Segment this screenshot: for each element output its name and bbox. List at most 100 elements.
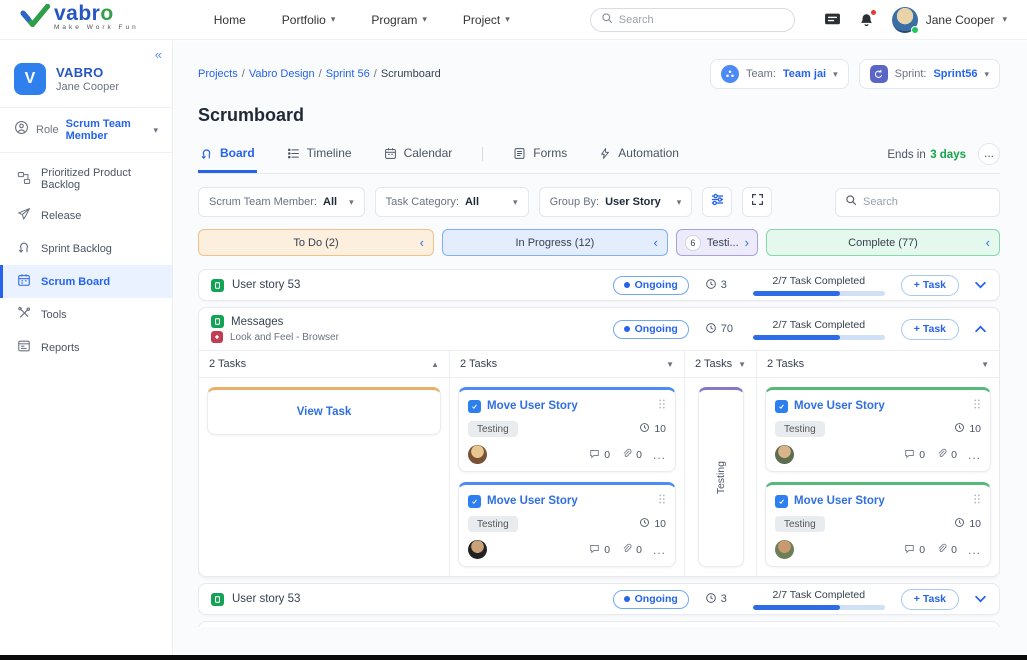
sidebar-item-label: Scrum Board (41, 276, 110, 288)
drag-handle-icon[interactable] (658, 397, 666, 415)
menu-home[interactable]: Home (214, 13, 246, 27)
card-more-button[interactable]: ... (968, 451, 981, 459)
sprint-selector[interactable]: Sprint: Sprint56 ▾ (859, 59, 1000, 89)
global-search[interactable] (590, 8, 795, 32)
breadcrumb-projects[interactable]: Projects (198, 68, 238, 80)
expand-column-icon[interactable]: › (745, 236, 749, 249)
fullscreen-button[interactable] (742, 187, 772, 217)
tab-forms[interactable]: Forms (511, 140, 569, 173)
task-count: 2 Tasks (209, 358, 246, 370)
task-card[interactable]: Move User Story Testing 10 (765, 482, 991, 567)
sort-up-icon[interactable]: ▲ (431, 360, 439, 369)
avatar[interactable] (775, 540, 794, 559)
paperclip-icon (936, 543, 947, 557)
expanded-column-complete: 2 Tasks ▼ Move User Story (756, 351, 999, 576)
story-title[interactable]: Messages (231, 316, 283, 328)
story-title[interactable]: User story 53 (232, 279, 300, 291)
status-badge[interactable]: Ongoing (613, 320, 689, 339)
task-time: 10 (969, 423, 981, 435)
avatar[interactable] (468, 540, 487, 559)
team-selector[interactable]: Team: Team jai ▾ (710, 59, 849, 89)
sprint-value: Sprint56 (933, 68, 977, 80)
expand-row-icon[interactable] (975, 281, 987, 289)
workspace-header[interactable]: V VABRO Jane Cooper (0, 41, 172, 107)
menu-portfolio[interactable]: Portfolio▾ (282, 13, 336, 27)
sidebar-collapse-icon[interactable]: « (155, 47, 162, 62)
collapse-column-icon[interactable]: ‹ (986, 236, 990, 249)
task-title[interactable]: Move User Story (487, 400, 578, 412)
collapse-column-icon[interactable]: ‹ (420, 236, 424, 249)
scrum-team-member-filter[interactable]: Scrum Team Member: All ▾ (198, 187, 365, 217)
sidebar-item-sprint-backlog[interactable]: Sprint Backlog (0, 232, 172, 265)
tab-timeline[interactable]: Timeline (285, 140, 354, 173)
navbar-actions: Jane Cooper ▾ (824, 7, 1007, 33)
tab-calendar[interactable]: Calendar (382, 140, 455, 173)
sidebar-item-reports[interactable]: Reports (0, 331, 172, 364)
user-menu[interactable]: Jane Cooper ▾ (892, 7, 1007, 33)
column-header-in-progress[interactable]: In Progress (12) ‹ (442, 229, 668, 256)
sort-down-icon[interactable]: ▼ (666, 360, 674, 369)
card-more-button[interactable]: ... (653, 451, 666, 459)
tab-automation[interactable]: Automation (597, 140, 681, 173)
breadcrumb-vabro-design[interactable]: Vabro Design (249, 68, 315, 80)
task-title[interactable]: Move User Story (794, 495, 885, 507)
notifications-button[interactable] (859, 12, 874, 28)
drag-handle-icon[interactable] (973, 397, 981, 415)
collapse-row-icon[interactable] (975, 325, 987, 333)
add-task-button[interactable]: + Task (901, 319, 959, 340)
group-by-filter[interactable]: Group By: User Story ▾ (539, 187, 693, 217)
tab-board[interactable]: Board (198, 140, 257, 173)
board-search[interactable] (835, 188, 1000, 217)
sidebar-item-prioritized-product-backlog[interactable]: Prioritized Product Backlog (0, 159, 172, 199)
task-tag: Testing (468, 516, 518, 532)
avatar[interactable] (468, 445, 487, 464)
avatar[interactable] (775, 445, 794, 464)
status-badge[interactable]: Ongoing (613, 590, 689, 609)
expand-row-icon[interactable] (975, 595, 987, 603)
add-task-button[interactable]: + Task (901, 275, 959, 296)
sprint-icon (870, 65, 888, 83)
task-title[interactable]: Move User Story (487, 495, 578, 507)
task-title[interactable]: Move User Story (794, 400, 885, 412)
menu-project[interactable]: Project▾ (463, 13, 510, 27)
avatar (892, 7, 918, 33)
task-card[interactable]: Move User Story Testing 10 (458, 387, 676, 472)
sidebar-item-release[interactable]: Release (0, 199, 172, 232)
display-settings-button[interactable] (702, 187, 732, 217)
sliders-icon (710, 192, 725, 212)
add-task-button[interactable]: + Task (901, 627, 959, 628)
role-selector[interactable]: Role Scrum Team Member ▾ (0, 107, 172, 153)
add-task-button[interactable]: + Task (901, 589, 959, 610)
chevron-down-icon: ▾ (513, 197, 518, 208)
clock-icon (705, 322, 717, 337)
vabro-logo[interactable]: vabro Make Work Fun (20, 4, 139, 35)
story-title[interactable]: User story 53 (232, 593, 300, 605)
messages-button[interactable] (824, 12, 841, 27)
paper-plane-icon (17, 207, 31, 224)
column-header-complete[interactable]: Complete (77) ‹ (766, 229, 1000, 256)
task-card[interactable]: Move User Story Testing 10 (458, 482, 676, 567)
board-search-input[interactable] (863, 196, 983, 208)
view-task-link[interactable]: View Task (297, 406, 352, 418)
collapsed-testing-card[interactable]: Testing (698, 387, 744, 567)
menu-program[interactable]: Program▾ (371, 13, 427, 27)
card-more-button[interactable]: ... (968, 546, 981, 554)
collapse-column-icon[interactable]: ‹ (654, 236, 658, 249)
global-search-input[interactable] (619, 14, 769, 26)
task-card[interactable]: Move User Story Testing 10 (765, 387, 991, 472)
drag-handle-icon[interactable] (658, 492, 666, 510)
breadcrumb-sprint-56[interactable]: Sprint 56 (326, 68, 370, 80)
card-more-button[interactable]: ... (653, 546, 666, 554)
column-header-testing-collapsed[interactable]: 6 Testi... › (676, 229, 758, 256)
task-category-filter[interactable]: Task Category: All ▾ (375, 187, 529, 217)
drag-handle-icon[interactable] (973, 492, 981, 510)
more-options-button[interactable]: ... (978, 143, 1000, 165)
column-header-todo[interactable]: To Do (2) ‹ (198, 229, 434, 256)
sidebar-item-tools[interactable]: Tools (0, 298, 172, 331)
sort-down-icon[interactable]: ▼ (738, 360, 746, 369)
sidebar-menu: Prioritized Product Backlog Release Spri… (0, 153, 172, 364)
status-badge[interactable]: Ongoing (613, 276, 689, 295)
breadcrumb: Projects / Vabro Design / Sprint 56 / Sc… (198, 68, 441, 80)
sort-down-icon[interactable]: ▼ (981, 360, 989, 369)
sidebar-item-scrum-board[interactable]: Scrum Board (0, 265, 172, 298)
